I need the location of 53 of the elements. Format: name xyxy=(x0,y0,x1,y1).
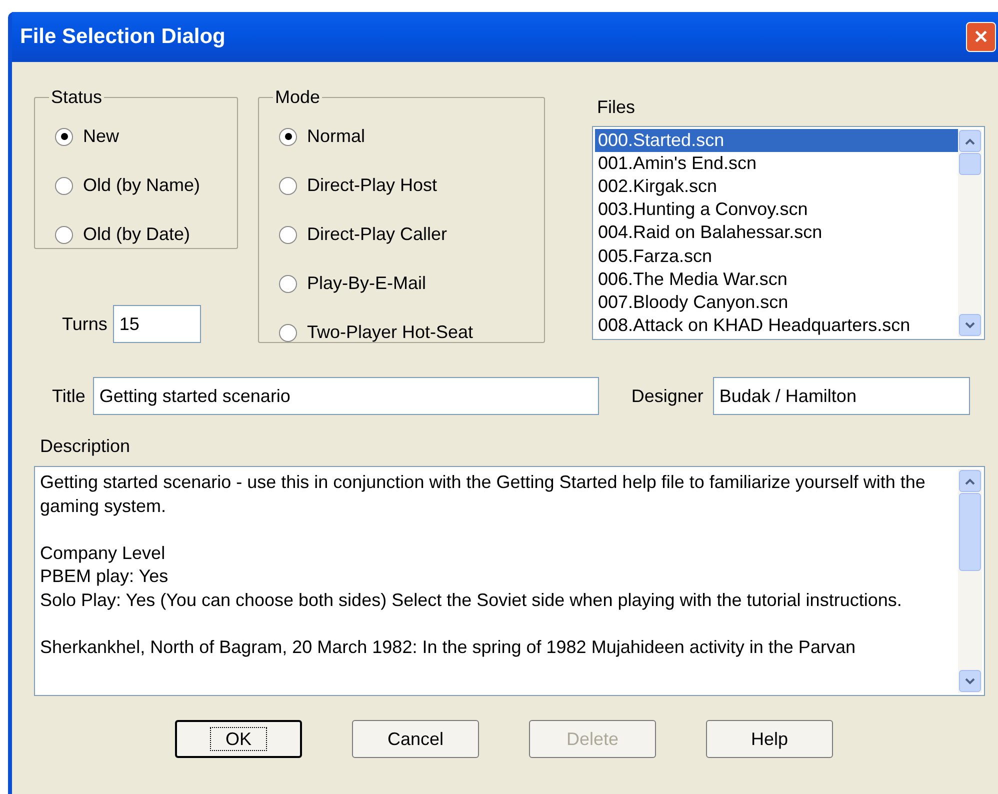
radio-label: Normal xyxy=(307,125,366,148)
radio-button[interactable] xyxy=(55,128,73,146)
file-list-item[interactable]: 006.The Media War.scn xyxy=(595,268,958,291)
radio-label: New xyxy=(83,125,120,148)
radio-button[interactable] xyxy=(279,226,297,244)
radio-button[interactable] xyxy=(279,324,297,342)
radio-button[interactable] xyxy=(279,274,297,292)
scroll-thumb[interactable] xyxy=(959,493,981,571)
file-list-item[interactable]: 000.Started.scn xyxy=(595,129,958,152)
dialog-button[interactable]: OK xyxy=(175,720,302,758)
file-list-item[interactable]: 004.Raid on Balahessar.scn xyxy=(595,221,958,245)
file-list-item[interactable]: 007.Bloody Canyon.scn xyxy=(595,290,958,314)
dialog-button[interactable]: Cancel xyxy=(352,720,479,758)
description-label: Description xyxy=(40,435,132,458)
group-label: Status xyxy=(50,86,104,109)
dialog-button[interactable]: Help xyxy=(706,720,833,758)
scrollbar[interactable] xyxy=(958,129,982,337)
radio-label: Direct-Play Caller xyxy=(307,223,448,246)
text-field[interactable]: Budak / Hamilton xyxy=(713,377,970,415)
chevron-down-icon xyxy=(965,322,975,328)
radio-button[interactable] xyxy=(55,176,73,194)
file-list-item[interactable]: 005.Farza.scn xyxy=(595,244,958,268)
close-button[interactable]: ✕ xyxy=(966,22,996,52)
file-list-item[interactable]: 002.Kirgak.scn xyxy=(595,175,958,198)
radio-label: Play-By-E-Mail xyxy=(307,272,426,295)
radio-label: Two-Player Hot-Seat xyxy=(307,321,474,344)
chevron-down-icon xyxy=(965,678,975,684)
radio-label: Old (by Name) xyxy=(83,174,200,197)
file-list[interactable]: 000.Started.scn 001.Amin's End.scn 002.Kirgak.scn 003.Hunting a Convoy.scn 004.Raid on Balahessar.scn 005.Farza.scn 006.The Media War.scn 007.Bloody Canyon.scn 008.Attack on KHAD Headquarters.scn xyxy=(592,126,985,340)
turns-label: Turns xyxy=(62,312,108,336)
file-list-item[interactable]: 003.Hunting a Convoy.scn xyxy=(595,198,958,222)
designer-label: Designer xyxy=(631,384,704,408)
file-list-item[interactable]: 001.Amin's End.scn xyxy=(595,152,958,176)
radio-button[interactable] xyxy=(279,176,297,194)
file-list-item[interactable]: 008.Attack on KHAD Headquarters.scn xyxy=(595,314,958,337)
scrollbar[interactable] xyxy=(958,469,982,693)
scroll-arrow-button[interactable] xyxy=(959,130,981,152)
group-label: Mode xyxy=(274,86,322,109)
scroll-arrow-button[interactable] xyxy=(959,670,981,692)
radio-button[interactable] xyxy=(279,128,297,146)
files-label: Files xyxy=(597,96,636,119)
scroll-arrow-button[interactable] xyxy=(959,314,981,336)
title-label: Title xyxy=(52,384,86,408)
text-field[interactable]: 15 xyxy=(113,305,202,343)
chevron-up-icon xyxy=(965,138,975,144)
text-field[interactable]: Getting started scenario xyxy=(93,377,600,415)
radio-label: Old (by Date) xyxy=(83,223,190,246)
radio-button[interactable] xyxy=(55,226,73,244)
radio-label: Direct-Play Host xyxy=(307,174,438,197)
scroll-thumb[interactable] xyxy=(959,153,981,175)
scroll-arrow-button[interactable] xyxy=(959,470,981,492)
window-title: File Selection Dialog xyxy=(20,24,226,50)
chevron-up-icon xyxy=(965,478,975,484)
